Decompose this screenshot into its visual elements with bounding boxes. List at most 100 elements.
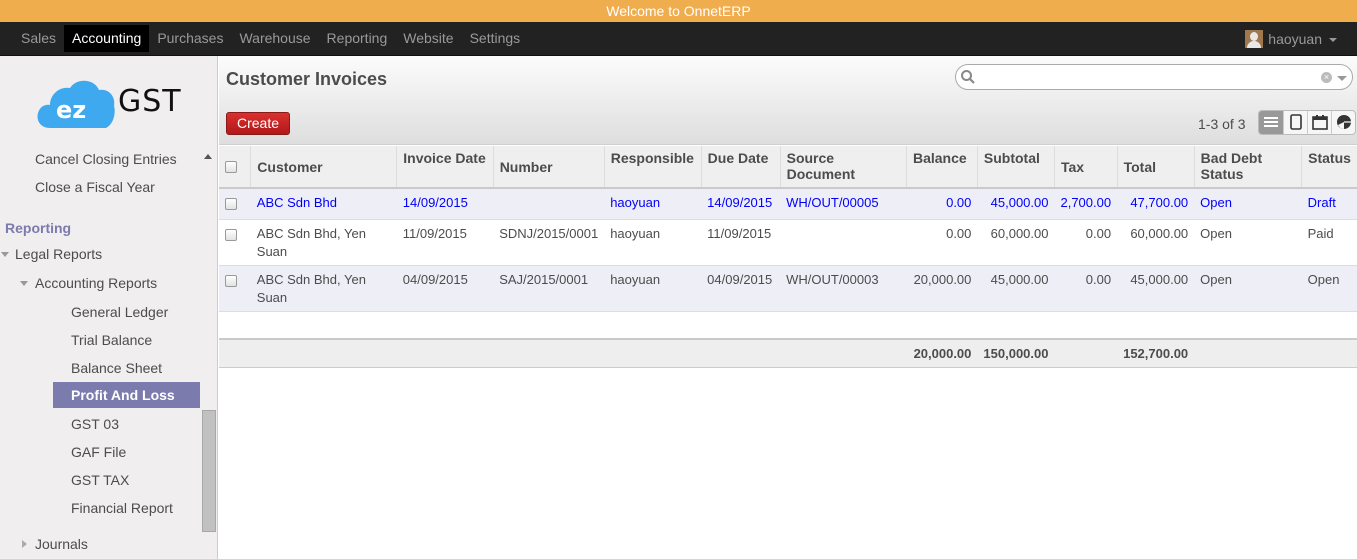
cell-responsible: haoyuan bbox=[604, 219, 702, 266]
cell-balance: 0.00 bbox=[906, 188, 978, 220]
column-tax[interactable]: Tax bbox=[1053, 146, 1118, 189]
app-menu: Sales Accounting Purchases Warehouse Rep… bbox=[13, 25, 528, 52]
column-balance[interactable]: Balance bbox=[905, 146, 978, 189]
view-switcher bbox=[1258, 110, 1356, 135]
cell-tax: 2,700.00 bbox=[1054, 188, 1118, 220]
form-view-button[interactable] bbox=[1283, 111, 1307, 134]
cell-total: 60,000.00 bbox=[1117, 219, 1195, 266]
sidebar-item-profit-and-loss[interactable]: Profit And Loss bbox=[53, 382, 200, 408]
column-bad-debt-status[interactable]: Bad Debt Status bbox=[1193, 146, 1302, 189]
row-checkbox[interactable] bbox=[225, 275, 237, 287]
table-row[interactable]: ABC Sdn Bhd, Yen Suan 11/09/2015 SDNJ/20… bbox=[219, 219, 1357, 266]
row-select-cell bbox=[219, 188, 251, 220]
form-icon bbox=[1290, 114, 1302, 130]
menu-sales[interactable]: Sales bbox=[13, 25, 64, 52]
cell-responsible: haoyuan bbox=[604, 188, 702, 220]
table-row[interactable]: ABC Sdn Bhd 14/09/2015 haoyuan 14/09/201… bbox=[219, 188, 1357, 220]
row-checkbox[interactable] bbox=[225, 229, 237, 241]
cell-due-date: 11/09/2015 bbox=[701, 219, 781, 266]
sidebar-item-gst-03[interactable]: GST 03 bbox=[71, 416, 119, 432]
cell-source-document: WH/OUT/00003 bbox=[780, 265, 907, 312]
create-button[interactable]: Create bbox=[226, 112, 290, 135]
view-header: Customer Invoices Create × 1-3 of 3 bbox=[219, 56, 1357, 145]
cell-bad-debt-status: Open bbox=[1194, 188, 1302, 220]
cell-customer[interactable]: ABC Sdn Bhd bbox=[250, 188, 397, 220]
user-menu[interactable]: haoyuan bbox=[1245, 30, 1337, 48]
menu-accounting[interactable]: Accounting bbox=[64, 25, 150, 52]
total-subtotal: 150,000.00 bbox=[977, 338, 1055, 368]
avatar bbox=[1245, 30, 1264, 48]
cell-customer[interactable]: ABC Sdn Bhd, Yen Suan bbox=[250, 219, 397, 266]
column-subtotal[interactable]: Subtotal bbox=[976, 146, 1055, 189]
cell-status: Draft bbox=[1301, 188, 1357, 220]
column-total[interactable]: Total bbox=[1116, 146, 1195, 189]
cell-balance: 0.00 bbox=[906, 219, 978, 266]
cell-subtotal: 45,000.00 bbox=[977, 188, 1055, 220]
total-total: 152,700.00 bbox=[1117, 338, 1195, 368]
cell-total: 45,000.00 bbox=[1117, 265, 1195, 312]
search-input[interactable] bbox=[978, 67, 1318, 87]
cell-subtotal: 60,000.00 bbox=[977, 219, 1055, 266]
menu-purchases[interactable]: Purchases bbox=[149, 25, 231, 52]
sidebar-item-cancel-closing-entries[interactable]: Cancel Closing Entries bbox=[35, 151, 177, 167]
sidebar-section-reporting: Reporting bbox=[5, 220, 72, 236]
menu-warehouse[interactable]: Warehouse bbox=[231, 25, 318, 52]
list-icon bbox=[1264, 117, 1278, 127]
sidebar-item-label: Profit And Loss bbox=[71, 387, 175, 403]
cell-subtotal: 45,000.00 bbox=[977, 265, 1055, 312]
pager-value[interactable]: 1-3 of 3 bbox=[1198, 116, 1245, 132]
search-box[interactable]: × bbox=[955, 64, 1353, 90]
calendar-icon bbox=[1312, 115, 1328, 130]
sidebar-item-gst-tax[interactable]: GST TAX bbox=[71, 472, 129, 488]
graph-view-button[interactable] bbox=[1331, 111, 1355, 134]
cell-tax: 0.00 bbox=[1054, 219, 1118, 266]
sidebar-item-trial-balance[interactable]: Trial Balance bbox=[71, 332, 152, 348]
sidebar: ez GST Cancel Closing Entries Close a Fi… bbox=[0, 56, 218, 559]
sidebar-item-balance-sheet[interactable]: Balance Sheet bbox=[71, 360, 162, 376]
column-customer[interactable]: Customer bbox=[250, 146, 397, 189]
cell-status: Open bbox=[1301, 265, 1357, 312]
sidebar-item-gaf-file[interactable]: GAF File bbox=[71, 444, 126, 460]
select-all-checkbox[interactable] bbox=[225, 161, 237, 173]
caret-down-icon[interactable] bbox=[20, 281, 28, 286]
table-row[interactable]: ABC Sdn Bhd, Yen Suan 04/09/2015 SAJ/201… bbox=[219, 265, 1357, 312]
cell-invoice-date: 11/09/2015 bbox=[396, 219, 494, 266]
empty-row bbox=[219, 311, 1357, 340]
column-status[interactable]: Status bbox=[1301, 146, 1357, 189]
column-responsible[interactable]: Responsible bbox=[603, 146, 702, 189]
caret-right-icon[interactable] bbox=[22, 540, 27, 548]
search-icon bbox=[961, 70, 975, 84]
sidebar-item-journals[interactable]: Journals bbox=[35, 536, 88, 552]
row-checkbox[interactable] bbox=[225, 198, 237, 210]
sidebar-scrollbar[interactable] bbox=[202, 410, 216, 532]
logo-text: GST bbox=[118, 84, 182, 119]
column-number[interactable]: Number bbox=[492, 146, 605, 189]
cell-customer[interactable]: ABC Sdn Bhd, Yen Suan bbox=[250, 265, 397, 312]
user-name: haoyuan bbox=[1268, 31, 1322, 47]
calendar-view-button[interactable] bbox=[1307, 111, 1331, 134]
column-source-document[interactable]: Source Document bbox=[779, 146, 907, 189]
sidebar-item-accounting-reports[interactable]: Accounting Reports bbox=[35, 275, 157, 291]
cell-due-date: 14/09/2015 bbox=[701, 188, 781, 220]
menu-settings[interactable]: Settings bbox=[462, 25, 529, 52]
list-view-button[interactable] bbox=[1259, 111, 1283, 134]
sidebar-item-legal-reports[interactable]: Legal Reports bbox=[15, 246, 102, 262]
scroll-up-icon[interactable] bbox=[204, 154, 212, 159]
search-options-dropdown-icon[interactable] bbox=[1337, 76, 1347, 81]
menu-reporting[interactable]: Reporting bbox=[319, 25, 396, 52]
top-menu-bar: Sales Accounting Purchases Warehouse Rep… bbox=[0, 22, 1357, 56]
sidebar-item-general-ledger[interactable]: General Ledger bbox=[71, 304, 168, 320]
cell-number: SAJ/2015/0001 bbox=[493, 265, 605, 312]
column-due-date[interactable]: Due Date bbox=[700, 146, 781, 189]
sidebar-item-financial-report[interactable]: Financial Report bbox=[71, 500, 173, 516]
column-invoice-date[interactable]: Invoice Date bbox=[396, 146, 494, 189]
ezgst-logo: ez GST bbox=[36, 76, 186, 131]
clear-icon[interactable]: × bbox=[1321, 72, 1332, 83]
cell-number: SDNJ/2015/0001 bbox=[493, 219, 605, 266]
welcome-banner: Welcome to OnnetERP bbox=[0, 0, 1357, 22]
cell-invoice-date: 14/09/2015 bbox=[396, 188, 494, 220]
menu-website[interactable]: Website bbox=[395, 25, 461, 52]
caret-down-icon[interactable] bbox=[1, 252, 9, 257]
sidebar-item-close-fiscal-year[interactable]: Close a Fiscal Year bbox=[35, 179, 155, 195]
cell-number bbox=[493, 188, 605, 220]
